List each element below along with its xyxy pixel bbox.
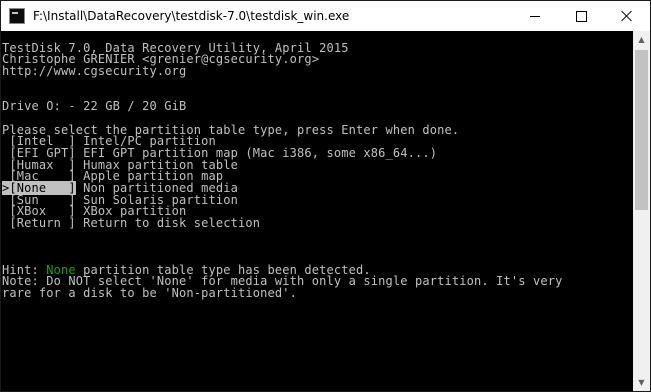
scroll-thumb[interactable] [635,50,648,210]
title-bar[interactable]: F:\Install\DataRecovery\testdisk-7.0\tes… [1,1,650,31]
menu-key: [Return ] [9,216,76,231]
minimize-icon [530,15,540,17]
scroll-down-arrow-icon[interactable]: ▼ [633,374,650,391]
menu-item-return[interactable]: [Return ] Return to disk selection [2,216,635,231]
drive-info: Drive O: - 22 GB / 20 GiB [2,99,187,114]
close-button[interactable] [604,1,650,31]
minimize-button[interactable] [512,1,558,31]
note-line-2: rare for a disk to be 'Non-partitioned'. [2,286,297,301]
console-output[interactable]: TestDisk 7.0, Data Recovery Utility, Apr… [1,31,635,391]
menu-desc: Return to disk selection [75,216,261,231]
vertical-scrollbar[interactable]: ▲ ▼ [633,31,650,391]
header-line-url: http://www.cgsecurity.org [2,64,187,79]
window-title: F:\Install\DataRecovery\testdisk-7.0\tes… [33,9,350,23]
console-window: F:\Install\DataRecovery\testdisk-7.0\tes… [0,0,651,392]
console-app-icon[interactable] [9,8,25,24]
scroll-up-arrow-icon[interactable]: ▲ [633,31,650,48]
maximize-button[interactable] [558,1,604,31]
close-icon [621,10,633,22]
maximize-icon [575,10,587,22]
